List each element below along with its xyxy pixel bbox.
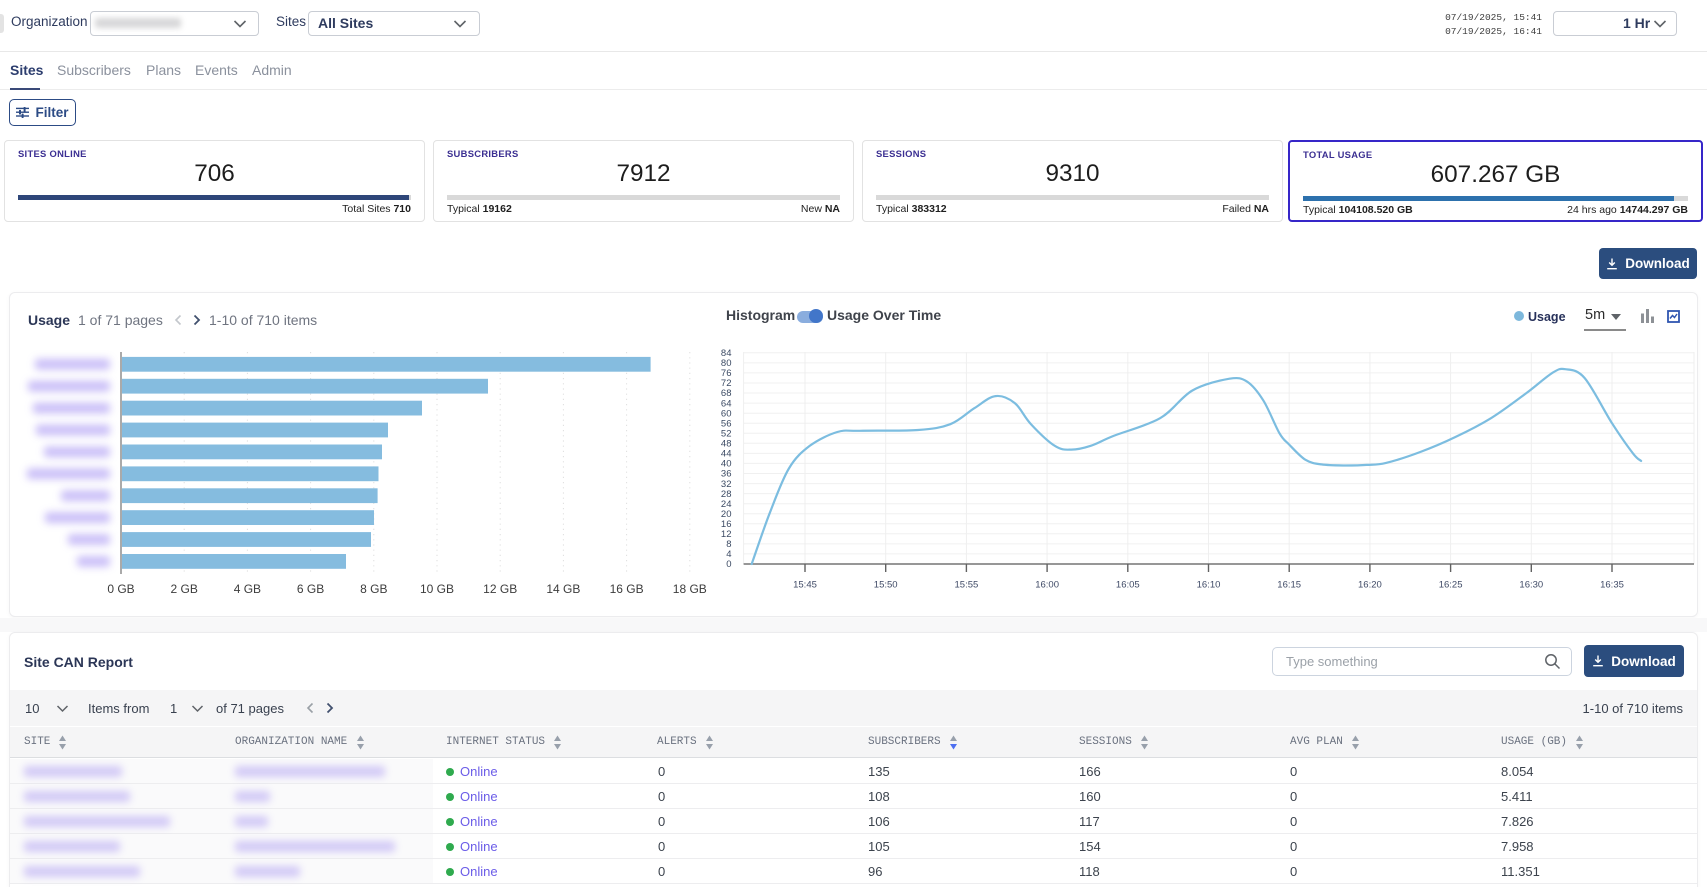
svg-text:24: 24 — [721, 499, 732, 510]
svg-text:68: 68 — [721, 388, 732, 399]
svg-text:15:45: 15:45 — [793, 580, 817, 591]
svg-text:8: 8 — [726, 539, 731, 550]
svg-text:16:15: 16:15 — [1277, 580, 1301, 591]
svg-text:0: 0 — [726, 559, 731, 570]
svg-text:12: 12 — [721, 529, 732, 540]
svg-text:6 GB: 6 GB — [297, 582, 324, 596]
svg-text:44: 44 — [721, 449, 732, 460]
svg-text:16:35: 16:35 — [1600, 580, 1624, 591]
svg-text:36: 36 — [721, 469, 732, 480]
svg-text:16:00: 16:00 — [1035, 580, 1059, 591]
svg-text:64: 64 — [721, 398, 732, 409]
svg-text:16:25: 16:25 — [1439, 580, 1463, 591]
svg-text:8 GB: 8 GB — [360, 582, 387, 596]
svg-text:32: 32 — [721, 479, 732, 490]
svg-text:60: 60 — [721, 408, 732, 419]
svg-text:15:55: 15:55 — [955, 580, 979, 591]
svg-text:15:50: 15:50 — [874, 580, 898, 591]
svg-text:16: 16 — [721, 519, 732, 530]
svg-text:16:30: 16:30 — [1519, 580, 1543, 591]
svg-text:14 GB: 14 GB — [546, 582, 580, 596]
svg-text:84: 84 — [721, 348, 732, 359]
svg-text:16 GB: 16 GB — [610, 582, 644, 596]
svg-text:4: 4 — [726, 549, 731, 560]
svg-text:0 GB: 0 GB — [107, 582, 134, 596]
svg-text:18 GB: 18 GB — [673, 582, 707, 596]
svg-text:20: 20 — [721, 509, 732, 520]
svg-text:16:20: 16:20 — [1358, 580, 1382, 591]
svg-text:16:05: 16:05 — [1116, 580, 1140, 591]
svg-text:76: 76 — [721, 368, 732, 379]
svg-text:56: 56 — [721, 418, 732, 429]
svg-text:16:10: 16:10 — [1197, 580, 1221, 591]
svg-text:12 GB: 12 GB — [483, 582, 517, 596]
svg-text:28: 28 — [721, 489, 732, 500]
svg-text:80: 80 — [721, 358, 732, 369]
svg-text:40: 40 — [721, 459, 732, 470]
svg-text:52: 52 — [721, 429, 732, 440]
svg-text:72: 72 — [721, 378, 732, 389]
svg-text:48: 48 — [721, 439, 732, 450]
svg-text:10 GB: 10 GB — [420, 582, 454, 596]
svg-text:2 GB: 2 GB — [171, 582, 198, 596]
svg-text:4 GB: 4 GB — [234, 582, 261, 596]
